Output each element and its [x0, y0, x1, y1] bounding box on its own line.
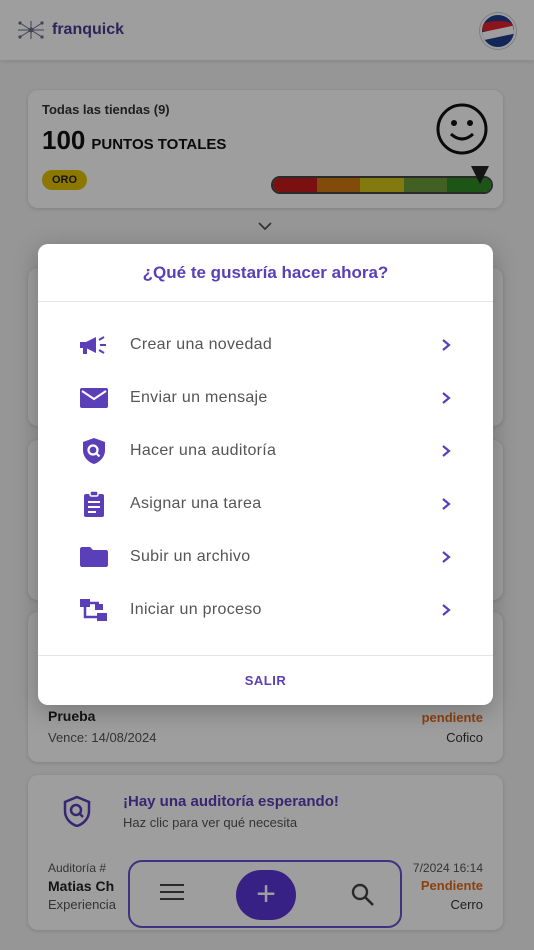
envelope-icon	[78, 384, 110, 412]
option-label: Iniciar un proceso	[130, 600, 262, 618]
chevron-right-icon	[439, 391, 453, 405]
option-send-message[interactable]: Enviar un mensaje	[38, 371, 493, 424]
shield-search-icon	[78, 437, 110, 465]
clipboard-icon	[78, 489, 110, 518]
option-run-audit[interactable]: Hacer una auditoría	[38, 424, 493, 477]
megaphone-icon	[78, 331, 110, 359]
action-modal: ¿Qué te gustaría hacer ahora? Crear una …	[38, 244, 493, 705]
option-label: Subir un archivo	[130, 547, 251, 565]
modal-footer: SALIR	[38, 655, 493, 705]
process-tree-icon	[78, 596, 110, 624]
option-start-process[interactable]: Iniciar un proceso	[38, 583, 493, 636]
chevron-right-icon	[439, 550, 453, 564]
option-label: Crear una novedad	[130, 335, 273, 353]
chevron-right-icon	[439, 444, 453, 458]
option-label: Asignar una tarea	[130, 494, 262, 512]
chevron-right-icon	[439, 603, 453, 617]
action-list: Crear una novedad Enviar un mensaje Hace…	[38, 302, 493, 636]
chevron-right-icon	[439, 338, 453, 352]
modal-header: ¿Qué te gustaría hacer ahora?	[38, 244, 493, 302]
option-label: Enviar un mensaje	[130, 388, 268, 406]
exit-button[interactable]: SALIR	[245, 673, 287, 688]
option-upload-file[interactable]: Subir un archivo	[38, 530, 493, 583]
folder-icon	[78, 543, 110, 571]
option-label: Hacer una auditoría	[130, 441, 277, 459]
option-assign-task[interactable]: Asignar una tarea	[38, 477, 493, 530]
chevron-right-icon	[439, 497, 453, 511]
modal-title: ¿Qué te gustaría hacer ahora?	[142, 262, 389, 282]
option-create-news[interactable]: Crear una novedad	[38, 318, 493, 371]
